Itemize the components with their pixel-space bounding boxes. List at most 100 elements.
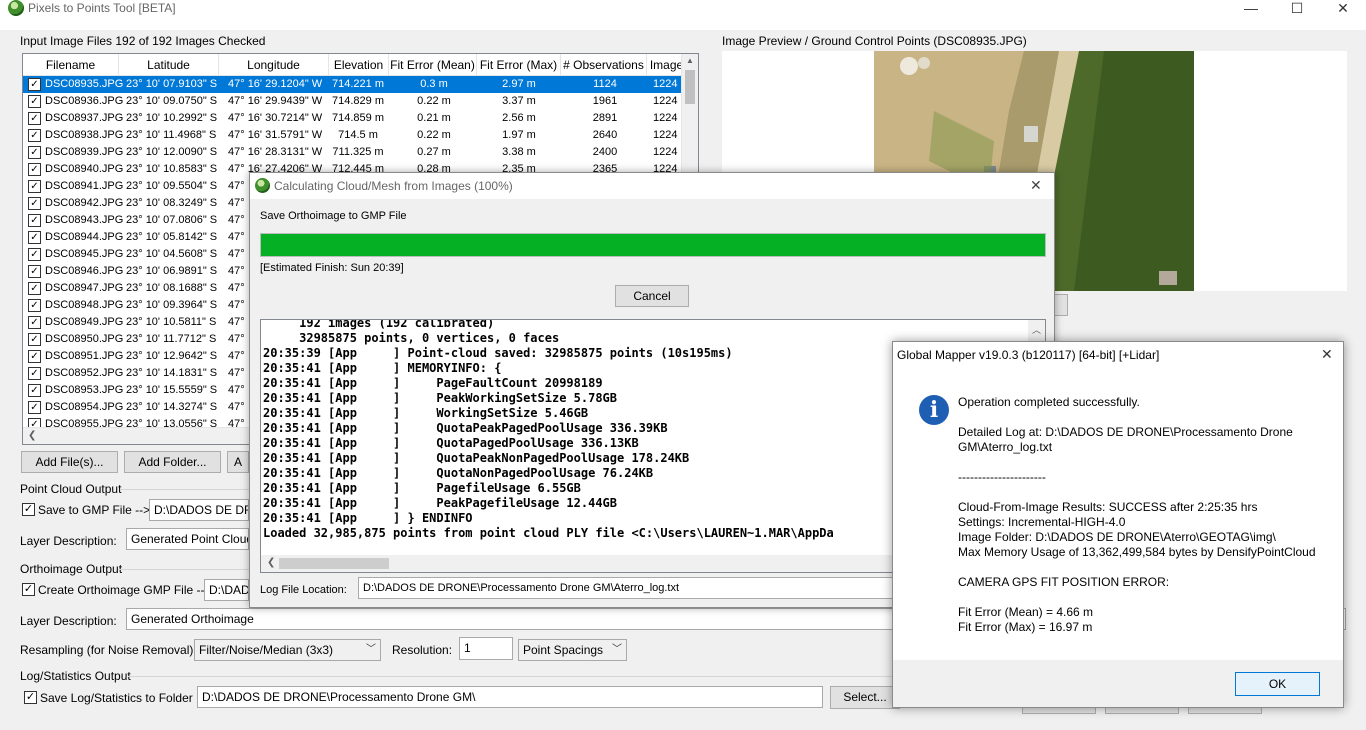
progress-dialog-close-button[interactable]: ✕ — [1030, 177, 1042, 194]
row-checkbox[interactable]: ✓ — [28, 350, 41, 363]
input-files-label: Input Image Files 192 of 192 Images Chec… — [20, 34, 266, 48]
table-cell-lat: 23° 10' 07.9103" S — [126, 78, 218, 90]
log-line: 20:35:41 [App ] MEMORYINFO: { — [263, 361, 502, 375]
column-header[interactable]: Elevation — [329, 54, 389, 76]
gm-message-line: Fit Error (Max) = 16.97 m — [958, 620, 1093, 634]
scroll-left-arrow-icon[interactable]: ❮ — [267, 557, 275, 568]
table-cell-file: DSC08936.JPG — [45, 95, 124, 107]
row-checkbox[interactable]: ✓ — [28, 163, 41, 176]
column-header[interactable]: Fit Error (Max) — [477, 54, 561, 76]
table-row[interactable]: ✓ DSC08938.JPG 23° 10' 11.4968" S 47° 16' 3… — [23, 127, 683, 144]
table-row[interactable]: ✓ DSC08939.JPG 23° 10' 12.0090" S 47° 16' 2… — [23, 144, 683, 161]
column-header[interactable]: Fit Error (Mean) — [389, 54, 477, 76]
table-cell-file: DSC08947.JPG — [45, 282, 124, 294]
row-checkbox[interactable]: ✓ — [28, 78, 41, 91]
scroll-up-arrow-icon[interactable]: ︿ — [1032, 323, 1041, 336]
add-more-button[interactable]: A — [227, 451, 249, 473]
row-checkbox[interactable]: ✓ — [28, 367, 41, 380]
chevron-down-icon: ﹀ — [612, 644, 622, 655]
log-folder-field[interactable]: D:\DADOS DE DRONE\Processamento Drone GM… — [197, 686, 823, 708]
table-cell-fmean: 0.27 m — [417, 146, 451, 158]
row-checkbox[interactable]: ✓ — [28, 299, 41, 312]
resolution-units-select[interactable]: Point Spacings ﹀ — [518, 639, 627, 661]
table-cell-elev: 714.859 m — [332, 112, 384, 124]
table-cell-img: 1224 — [653, 112, 678, 124]
save-gmp-checkbox[interactable]: ✓ — [22, 503, 35, 516]
row-checkbox[interactable]: ✓ — [28, 231, 41, 244]
table-row[interactable]: ✓ DSC08935.JPG 23° 10' 07.9103" S 47° 16' 2… — [23, 76, 683, 93]
table-cell-file: DSC08951.JPG — [45, 350, 124, 362]
row-checkbox[interactable]: ✓ — [28, 316, 41, 329]
log-file-location-label: Log File Location: — [260, 584, 347, 596]
row-checkbox[interactable]: ✓ — [28, 197, 41, 210]
row-checkbox[interactable]: ✓ — [28, 95, 41, 108]
scroll-up-arrow-icon[interactable]: ▲ — [686, 56, 694, 65]
select-folder-button[interactable]: Select... — [830, 686, 900, 709]
gm-message-line: CAMERA GPS FIT POSITION ERROR: — [958, 575, 1170, 589]
point-cloud-layer-field[interactable]: Generated Point Cloud — [126, 528, 249, 550]
row-checkbox[interactable]: ✓ — [28, 384, 41, 397]
scroll-thumb[interactable] — [279, 558, 389, 569]
log-line: Loaded 32,985,875 points from point clou… — [263, 526, 834, 540]
table-cell-lat: 23° 10' 15.5559" S — [126, 384, 218, 396]
maximize-button[interactable]: ☐ — [1274, 0, 1320, 18]
row-checkbox[interactable]: ✓ — [28, 265, 41, 278]
row-checkbox[interactable]: ✓ — [28, 129, 41, 142]
point-cloud-path-field[interactable]: D:\DADOS DE DRON — [149, 499, 249, 521]
row-checkbox[interactable]: ✓ — [28, 112, 41, 125]
table-cell-fmax: 2.56 m — [502, 112, 536, 124]
table-cell-file: DSC08937.JPG — [45, 112, 124, 124]
log-file-location-field[interactable]: D:\DADOS DE DRONE\Processamento Drone GM… — [358, 577, 894, 599]
resolution-input[interactable]: 1 — [459, 637, 513, 660]
add-files-button[interactable]: Add File(s)... — [21, 451, 118, 473]
table-cell-file: DSC08946.JPG — [45, 265, 124, 277]
orthoimage-layer-label: Layer Description: — [20, 614, 117, 628]
row-checkbox[interactable]: ✓ — [28, 146, 41, 159]
title-bar: Pixels to Points Tool [BETA] — ☐ ✕ — [0, 0, 1366, 30]
scroll-left-arrow-icon[interactable]: ❮ — [28, 430, 36, 441]
table-cell-img: 1224 — [653, 95, 678, 107]
gm-message-line: Fit Error (Mean) = 4.66 m — [958, 605, 1094, 619]
table-cell-lon: 47° 16' 29.1204" W — [228, 78, 323, 90]
column-header[interactable]: Latitude — [119, 54, 219, 76]
table-cell-fmax: 3.37 m — [502, 95, 536, 107]
create-orthoimage-label: Create Orthoimage GMP File --> — [38, 583, 212, 597]
close-button[interactable]: ✕ — [1320, 0, 1366, 18]
add-folder-button[interactable]: Add Folder... — [124, 451, 221, 473]
save-log-checkbox[interactable]: ✓ — [24, 691, 37, 704]
table-row[interactable]: ✓ DSC08936.JPG 23° 10' 09.0750" S 47° 16' 2… — [23, 93, 683, 110]
column-header[interactable]: Longitude — [219, 54, 329, 76]
row-checkbox[interactable]: ✓ — [28, 248, 41, 261]
ok-button[interactable]: OK — [1235, 672, 1320, 696]
table-cell-lat: 23° 10' 07.0806" S — [126, 214, 218, 226]
progress-status-text: Save Orthoimage to GMP File — [260, 210, 407, 222]
table-cell-lat: 23° 10' 14.3274" S — [126, 401, 218, 413]
row-checkbox[interactable]: ✓ — [28, 333, 41, 346]
row-checkbox[interactable]: ✓ — [28, 401, 41, 414]
table-cell-lat: 23° 10' 09.0750" S — [126, 95, 218, 107]
create-orthoimage-checkbox[interactable]: ✓ — [22, 583, 35, 596]
cancel-button[interactable]: Cancel — [615, 285, 689, 307]
log-output-text: 192 images (192 calibrated) 32985875 poi… — [263, 320, 834, 541]
table-cell-file: DSC08952.JPG — [45, 367, 124, 379]
row-checkbox[interactable]: ✓ — [28, 282, 41, 295]
table-cell-file: DSC08953.JPG — [45, 384, 124, 396]
global-mapper-dialog: Global Mapper v19.0.3 (b120117) [64-bit]… — [892, 341, 1344, 708]
minimize-button[interactable]: — — [1228, 0, 1274, 18]
row-checkbox[interactable]: ✓ — [28, 214, 41, 227]
scroll-thumb[interactable] — [685, 70, 695, 104]
gm-message-line: Max Memory Usage of 13,362,499,584 bytes… — [958, 545, 1316, 559]
table-row[interactable]: ✓ DSC08937.JPG 23° 10' 10.2992" S 47° 16' 3… — [23, 110, 683, 127]
progress-bar — [260, 233, 1046, 257]
resampling-select[interactable]: Filter/Noise/Median (3x3) ﹀ — [194, 639, 381, 661]
column-header[interactable]: Filename — [23, 54, 119, 76]
column-header[interactable]: # Observations — [561, 54, 647, 76]
table-cell-file: DSC08941.JPG — [45, 180, 124, 192]
row-checkbox[interactable]: ✓ — [28, 180, 41, 193]
table-cell-file: DSC08938.JPG — [45, 129, 124, 141]
table-cell-lon: 47° 16' 28.3131" W — [228, 146, 323, 158]
point-cloud-layer-label: Layer Description: — [20, 534, 117, 548]
table-cell-img: 1224 — [653, 146, 678, 158]
orthoimage-path-field[interactable]: D:\DADOS DE — [204, 579, 249, 601]
resolution-units-value: Point Spacings — [523, 643, 604, 657]
